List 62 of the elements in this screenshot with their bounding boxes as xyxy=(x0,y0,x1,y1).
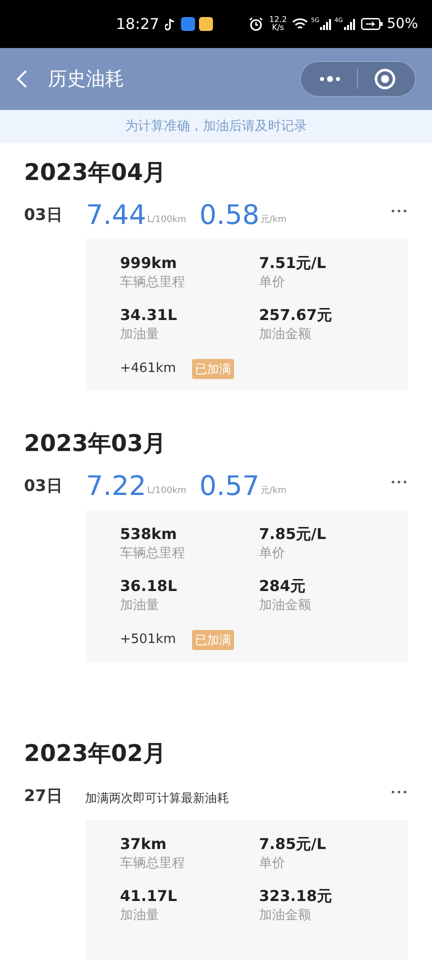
alarm-icon xyxy=(249,17,264,31)
stat-label: 加油量 xyxy=(120,326,160,344)
stat-value: 257.67元 xyxy=(259,305,333,325)
stat-value: 34.31L xyxy=(120,305,178,325)
more-icon[interactable] xyxy=(319,76,341,82)
full-tank-tag: 已加满 xyxy=(192,359,234,379)
stat-label: 车辆总里程 xyxy=(120,545,186,563)
stat-label: 加油量 xyxy=(120,907,160,925)
stat-label: 单价 xyxy=(259,855,286,873)
stat-value: 323.18元 xyxy=(259,886,333,906)
stat-value: 284元 xyxy=(259,576,306,596)
notice-text: 为计算准确，加油后请及时记录 xyxy=(125,118,307,136)
unit-label: L/100km xyxy=(147,214,186,226)
battery-icon xyxy=(360,18,383,30)
stat-label: 加油金额 xyxy=(259,907,312,925)
stat-value: 7.85元/L xyxy=(259,524,328,544)
stat-value: 41.17L xyxy=(120,886,178,906)
fuel-consumption: 7.44 xyxy=(86,199,146,233)
hint-text: 加满两次即可计算最新油耗 xyxy=(85,790,229,807)
stat-value: 538km xyxy=(120,524,178,544)
music-note-icon xyxy=(165,18,176,30)
stat-label: 加油金额 xyxy=(259,597,312,615)
capsule-menu[interactable] xyxy=(300,61,416,97)
day-label: 27日 xyxy=(24,785,64,807)
battery-level: 50% xyxy=(386,14,418,34)
stat-label: 车辆总里程 xyxy=(120,855,186,873)
stat-label: 车辆总里程 xyxy=(120,274,186,292)
stat-value: 36.18L xyxy=(120,576,178,596)
stat-value: 7.51元/L xyxy=(259,253,328,273)
day-label: 03日 xyxy=(24,475,64,497)
stat-label: 单价 xyxy=(259,274,286,292)
stat-value: 37km xyxy=(120,834,168,854)
network-speed: 12.2 xyxy=(269,16,287,24)
close-icon[interactable] xyxy=(374,68,396,90)
stat-label: 加油金额 xyxy=(259,326,312,344)
more-icon[interactable] xyxy=(391,480,407,484)
month-heading: 2023年02月 xyxy=(24,740,168,769)
more-icon[interactable] xyxy=(391,209,407,213)
distance-since-last: +461km xyxy=(120,360,176,378)
status-time: 18:27 xyxy=(116,14,160,35)
stat-value: 7.85元/L xyxy=(259,834,328,854)
full-tank-tag: 已加满 xyxy=(192,630,234,650)
stat-value: 999km xyxy=(120,253,178,273)
page-title: 历史油耗 xyxy=(48,66,124,92)
stat-label: 加油量 xyxy=(120,597,160,615)
unit-label: L/100km xyxy=(147,484,186,498)
month-heading: 2023年03月 xyxy=(24,430,168,459)
month-heading: 2023年04月 xyxy=(24,159,168,188)
stat-label: 单价 xyxy=(259,545,286,563)
cost-per-km: 0.57 xyxy=(199,470,260,504)
signal-icon xyxy=(319,18,332,30)
day-label: 03日 xyxy=(24,204,64,226)
network-speed-unit: K/s xyxy=(272,24,284,32)
unit-label: 元/km xyxy=(260,214,286,226)
fuel-consumption: 7.22 xyxy=(86,470,146,504)
more-icon[interactable] xyxy=(391,790,407,794)
distance-since-last: +501km xyxy=(120,631,176,650)
unit-label: 元/km xyxy=(260,484,286,498)
signal-icon xyxy=(342,18,355,30)
back-icon[interactable] xyxy=(16,69,28,89)
cost-per-km: 0.58 xyxy=(199,199,260,233)
wifi-icon xyxy=(292,18,308,30)
